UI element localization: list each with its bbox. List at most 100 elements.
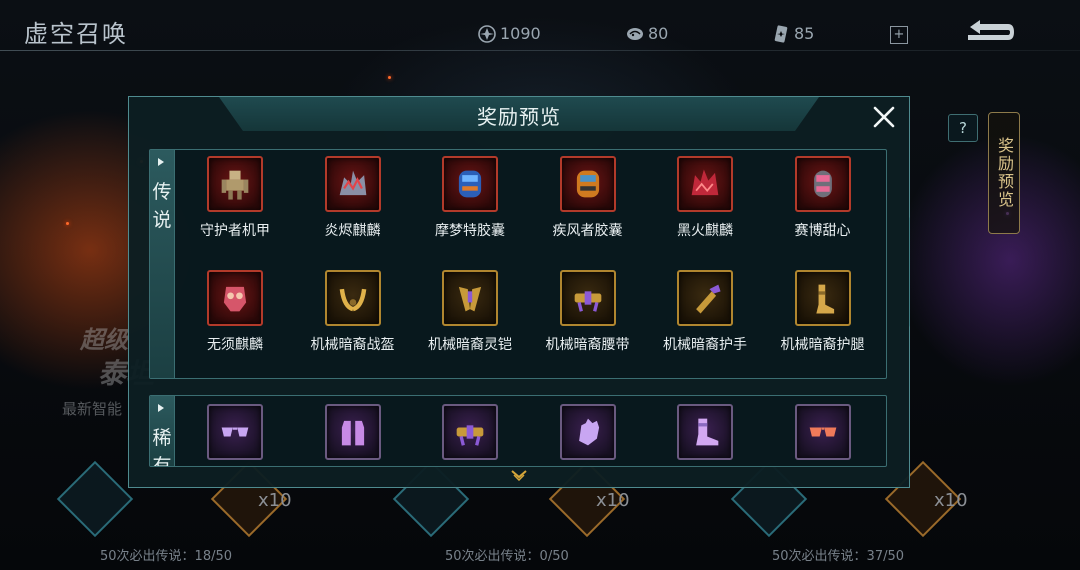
bg-pool-guarantee: 50次必出传说：0/50 (445, 549, 569, 564)
void-crystal-icon (478, 24, 496, 43)
reward-item[interactable]: 无须麒麟 (180, 270, 290, 354)
reward-item-name: 疾风者胶囊 (552, 223, 623, 239)
reward-item-frame (207, 270, 263, 326)
goggles-icon (809, 427, 836, 437)
cyber-sweetheart-icon (813, 170, 832, 198)
reward-item[interactable]: 炎烬麒麟 (298, 156, 408, 240)
fossil-icon (627, 27, 643, 40)
reward-item-frame (794, 270, 851, 326)
section-label: 传说 (152, 181, 172, 231)
reward-item-name: 机械暗裔灵铠 (428, 337, 512, 353)
reward-item-name: 守护者机甲 (200, 223, 270, 239)
reward-item[interactable]: 黑火麒麟 (650, 156, 760, 240)
reward-item-name: 机械暗裔战盔 (310, 337, 395, 353)
resource-summon-ticket: 85 (772, 24, 814, 43)
reward-item[interactable] (768, 404, 878, 460)
leggings-icon (815, 284, 834, 314)
resource-fossil: 80 (626, 24, 668, 43)
close-button[interactable] (869, 102, 899, 132)
bg-pool-multiplier: x10 (934, 490, 968, 511)
reward-item-name: 机械暗裔护腿 (780, 337, 865, 353)
reward-item-frame (794, 156, 851, 212)
helmet-icon (339, 288, 366, 312)
reward-item[interactable]: 赛博甜心 (768, 156, 878, 240)
reward-item-name: 炎烬麒麟 (324, 223, 381, 239)
top-bar: 虚空召唤 1090 80 85 + (0, 0, 1080, 52)
bg-pool-multiplier: x10 (258, 490, 292, 511)
top-divider (0, 50, 1080, 51)
reward-item[interactable] (180, 404, 290, 460)
bg-pool-multiplier: x10 (596, 490, 630, 511)
reward-item-frame (442, 404, 498, 460)
reward-item[interactable]: 摩梦特胶囊 (415, 156, 525, 240)
reward-item[interactable]: 机械暗裔战盔 (298, 270, 408, 354)
armor-icon (458, 286, 482, 312)
summon-ticket-count: 85 (794, 24, 815, 43)
reward-preview-modal: 奖励预览 传说 守护者机甲 炎烬麒麟 摩梦特胶囊 疾风者胶囊 黑火麒麟 赛博甜心无须麒麟 机… (128, 96, 910, 488)
ember-particle (66, 222, 69, 225)
reward-item[interactable] (298, 404, 408, 460)
reward-item-frame (442, 270, 498, 326)
belt-icon (574, 291, 601, 312)
summon-ticket-icon (774, 24, 788, 43)
reward-item-frame (207, 404, 263, 460)
reward-item-name: 赛博甜心 (794, 223, 851, 239)
reward-item-frame (559, 270, 616, 326)
reward-item[interactable]: 机械暗裔灵铠 (415, 270, 525, 354)
reward-item-name: 无须麒麟 (207, 337, 263, 353)
reward-item-name: 机械暗裔护手 (663, 337, 747, 353)
vest-icon (341, 420, 364, 446)
reward-item[interactable] (650, 404, 760, 460)
reward-item[interactable]: 疾风者胶囊 (533, 156, 643, 240)
reward-item[interactable] (533, 404, 643, 460)
glove-icon (578, 418, 599, 446)
reward-preview-side-button[interactable]: 奖励预览 (988, 112, 1020, 234)
belt-icon (456, 425, 484, 446)
momunt-capsule-icon (458, 170, 482, 198)
reward-item-frame (677, 404, 733, 460)
beardless-qilin-icon (223, 286, 247, 312)
void-crystal-count: 1090 (500, 24, 541, 43)
fossil-count: 80 (648, 24, 669, 43)
reward-item[interactable]: 机械暗裔护腿 (768, 270, 878, 354)
reward-item-frame (677, 156, 733, 212)
reward-item-frame (559, 404, 616, 460)
bg-pool-guarantee: 50次必出传说：37/50 (772, 549, 905, 564)
expand-arrow-icon (158, 404, 164, 412)
ember-particle (388, 76, 391, 79)
reward-item-frame (442, 156, 498, 212)
reward-item[interactable] (415, 404, 525, 460)
screen-title: 虚空召唤 (24, 20, 128, 48)
reward-item-name: 摩梦特胶囊 (435, 223, 505, 239)
modal-title: 奖励预览 (477, 105, 561, 129)
reward-item-name: 机械暗裔腰带 (545, 337, 630, 353)
bg-banner-text: 超级 (80, 326, 128, 354)
gale-capsule-icon (576, 170, 599, 198)
gauntlet-icon (696, 284, 721, 314)
reward-item-frame (324, 270, 381, 326)
section-legendary: 传说 守护者机甲 炎烬麒麟 摩梦特胶囊 疾风者胶囊 黑火麒麟 赛博甜心无须麒麟 机械暗裔战盔… (149, 149, 887, 379)
reward-item[interactable]: 机械暗裔护手 (650, 270, 760, 354)
add-ticket-button[interactable]: + (890, 26, 908, 44)
reward-item[interactable]: 机械暗裔腰带 (533, 270, 643, 354)
section-tab-rare[interactable]: 稀有 (150, 396, 175, 466)
bg-banner-text: 最新智能 (62, 400, 123, 418)
glasses-icon (221, 427, 249, 437)
section-tab-legendary[interactable]: 传说 (150, 150, 175, 378)
bg-pool-guarantee: 50次必出传说：18/50 (100, 549, 233, 564)
help-button[interactable]: ? (948, 114, 978, 142)
reward-item-frame (794, 404, 851, 460)
reward-item-frame (324, 404, 381, 460)
reward-item-frame (677, 270, 733, 326)
reward-item[interactable]: 守护者机甲 (180, 156, 290, 240)
guardian-mech-icon (221, 170, 249, 200)
expand-arrow-icon (158, 158, 164, 166)
resource-void-crystal: 1090 (478, 24, 541, 43)
back-button[interactable] (964, 18, 1018, 46)
reward-item-name: 黑火麒麟 (677, 223, 733, 239)
reward-item-frame (559, 156, 616, 212)
scroll-down-icon[interactable] (511, 469, 527, 481)
boots-icon (696, 418, 719, 446)
reward-item-frame (324, 156, 381, 212)
reward-item-frame (207, 156, 263, 212)
